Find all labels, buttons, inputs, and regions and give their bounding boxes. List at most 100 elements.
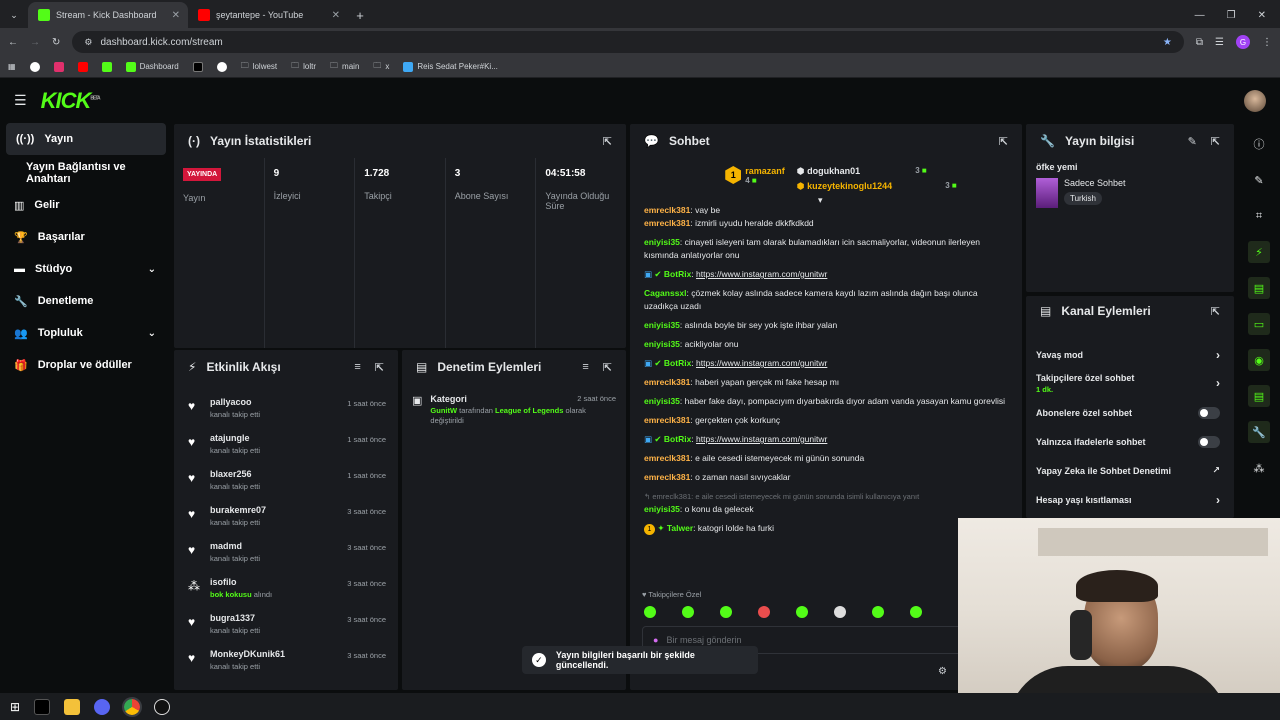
chat-user[interactable]: emreclk381 <box>644 377 690 387</box>
filter-icon[interactable]: ≡ <box>582 361 588 374</box>
user-avatar[interactable] <box>1244 89 1266 112</box>
url-field[interactable]: ⚙ dashboard.kick.com/stream ★ <box>72 31 1184 53</box>
new-tab-icon[interactable]: + <box>348 2 372 28</box>
sidebar-item-studyo[interactable]: ▬ Stüdyo ⌄ <box>0 253 172 285</box>
terminal-icon[interactable] <box>34 698 51 715</box>
collapse-leaderboard-icon[interactable]: ▾ <box>818 195 823 206</box>
mod-user[interactable]: GunitW <box>430 406 457 415</box>
reload-icon[interactable]: ↻ <box>52 37 60 48</box>
mod-category[interactable]: League of Legends <box>495 406 563 415</box>
chat-user[interactable]: BotRix <box>664 434 691 444</box>
bookmark-youtube[interactable] <box>77 61 88 72</box>
chat-user[interactable]: BotRix <box>664 358 691 368</box>
account-age-row[interactable]: Hesap yaşı kısıtlaması › <box>1026 485 1234 514</box>
bookmark-google-2[interactable] <box>216 61 227 72</box>
chat-user[interactable]: eniyisi35 <box>644 320 680 330</box>
bookmark-reis[interactable]: Reis Sedat Peker#Ki... <box>403 61 498 72</box>
edit-icon[interactable]: ✎ <box>1188 135 1197 148</box>
feed-user[interactable]: madmd <box>210 541 260 551</box>
windows-start-icon[interactable]: ⊞ <box>10 700 20 714</box>
followers-only-row[interactable]: Takipçilere özel sohbet 1 dk. › <box>1026 369 1234 398</box>
bolt-icon[interactable]: ⚡ <box>1248 241 1270 263</box>
emote-icon[interactable] <box>910 606 922 618</box>
back-icon[interactable]: ← <box>8 37 18 48</box>
crop-icon[interactable]: ⌗ <box>1248 205 1270 227</box>
feed-user[interactable]: atajungle <box>210 433 260 443</box>
sidebar-item-droplar[interactable]: 🎁 Droplar ve ödüller <box>0 349 172 381</box>
browser-tab-youtube[interactable]: şeytantepe - YouTube ✕ <box>188 2 348 28</box>
document-icon[interactable]: ▤ <box>1248 277 1270 299</box>
filter-icon[interactable]: ≡ <box>354 361 360 374</box>
chat-bubble-icon[interactable]: ▭ <box>1248 313 1270 335</box>
feed-user[interactable]: isofilo <box>210 577 272 587</box>
bookmark-x[interactable] <box>192 61 203 72</box>
ai-moderation-row[interactable]: Yapay Zeka ile Sohbet Denetimi ↗ <box>1026 456 1234 485</box>
bookmark-main[interactable]: 🗀 main <box>330 60 359 74</box>
info-icon[interactable]: ⓘ <box>1248 133 1270 155</box>
popout-icon[interactable]: ⇱ <box>999 135 1008 148</box>
sidebar-item-basarilar[interactable]: 🏆 Başarılar <box>0 221 172 253</box>
chat-user[interactable]: emreclk381 <box>644 218 690 228</box>
restore-icon[interactable]: ❐ <box>1227 10 1236 21</box>
feed-user[interactable]: MonkeyDKunik61 <box>210 649 285 659</box>
bookmark-instagram[interactable] <box>53 61 64 72</box>
bookmark-lolwest[interactable]: 🗀 lolwest <box>241 60 277 74</box>
browser-tab-kick[interactable]: Stream - Kick Dashboard ✕ <box>28 2 188 28</box>
pencil-icon[interactable]: ✎ <box>1248 169 1270 191</box>
sidebar-item-gelir[interactable]: ▥ Gelir <box>0 189 172 221</box>
sidebar-item-denetleme[interactable]: 🔧 Denetleme <box>0 285 172 317</box>
broadcast-icon[interactable]: ◉ <box>1248 349 1270 371</box>
chat-user[interactable]: BotRix <box>664 269 691 279</box>
chat-link[interactable]: https://www.instagram.com/gunitwr <box>696 358 827 368</box>
emote-icon[interactable] <box>682 606 694 618</box>
extensions-icon[interactable]: ⧉ <box>1196 37 1203 48</box>
profile-avatar[interactable]: G <box>1236 35 1250 49</box>
subscribers-only-toggle[interactable] <box>1198 406 1220 419</box>
popout-icon[interactable]: ⇱ <box>375 361 384 374</box>
chat-user[interactable]: Caganssxl <box>644 288 687 298</box>
menu-icon[interactable]: ⋮ <box>1262 37 1272 48</box>
chat-link[interactable]: https://www.instagram.com/gunitwr <box>696 434 827 444</box>
chat-user[interactable]: emreclk381 <box>644 453 690 463</box>
tab-search-icon[interactable]: ⌄ <box>0 2 28 28</box>
stream-category[interactable]: Sadece Sohbet <box>1064 178 1126 188</box>
forward-icon[interactable]: → <box>30 37 40 48</box>
chat-user[interactable]: eniyisi35 <box>644 504 680 514</box>
hamburger-menu-icon[interactable]: ☰ <box>14 92 27 109</box>
sidebar-item-topluluk[interactable]: 👥 Topluluk ⌄ <box>0 317 172 349</box>
bookmark-x-folder[interactable]: 🗀 x <box>373 60 389 74</box>
layers-icon[interactable]: ▤ <box>1248 385 1270 407</box>
chrome-icon[interactable] <box>122 696 143 717</box>
emote-icon[interactable] <box>758 606 770 618</box>
sidebar-item-yayin[interactable]: ((·)) Yayın <box>6 123 166 155</box>
popout-icon[interactable]: ⇱ <box>1211 305 1220 318</box>
chat-user[interactable]: eniyisi35 <box>644 339 680 349</box>
obs-icon[interactable] <box>154 698 171 715</box>
chat-user[interactable]: eniyisi35 <box>644 396 680 406</box>
reading-list-icon[interactable]: ☰ <box>1215 37 1224 48</box>
kick-logo[interactable]: KICKBETA <box>41 88 101 114</box>
bookmark-dashboard[interactable]: Dashboard <box>125 61 179 72</box>
apps-icon[interactable]: ▦ <box>8 62 16 71</box>
discord-icon[interactable] <box>94 698 111 715</box>
emote-icon[interactable] <box>720 606 732 618</box>
emote-icon[interactable] <box>834 606 846 618</box>
site-info-icon[interactable]: ⚙ <box>84 37 92 48</box>
close-tab-icon[interactable]: ✕ <box>172 10 180 21</box>
bookmark-google[interactable] <box>29 61 40 72</box>
leader-name[interactable]: dogukhan01 <box>807 166 860 176</box>
slow-mode-row[interactable]: Yavaş mod › <box>1026 340 1234 369</box>
close-window-icon[interactable]: ✕ <box>1258 10 1266 21</box>
chat-user[interactable]: Talwer <box>667 523 693 533</box>
emote-icon[interactable] <box>644 606 656 618</box>
bookmark-star-icon[interactable]: ★ <box>1163 37 1172 48</box>
nodes-icon[interactable]: ⁂ <box>1248 457 1270 479</box>
popout-icon[interactable]: ⇱ <box>1211 135 1220 148</box>
file-explorer-icon[interactable] <box>64 698 81 715</box>
close-tab-icon[interactable]: ✕ <box>332 10 340 21</box>
popout-icon[interactable]: ⇱ <box>603 361 612 374</box>
emote-picker-icon[interactable]: ● <box>653 635 658 645</box>
wrench-icon[interactable]: 🔧 <box>1248 421 1270 443</box>
leader-name[interactable]: kuzeytekinoglu1244 <box>807 181 892 191</box>
sidebar-item-stream-key[interactable]: Yayın Bağlantısı ve Anahtarı <box>0 157 172 189</box>
